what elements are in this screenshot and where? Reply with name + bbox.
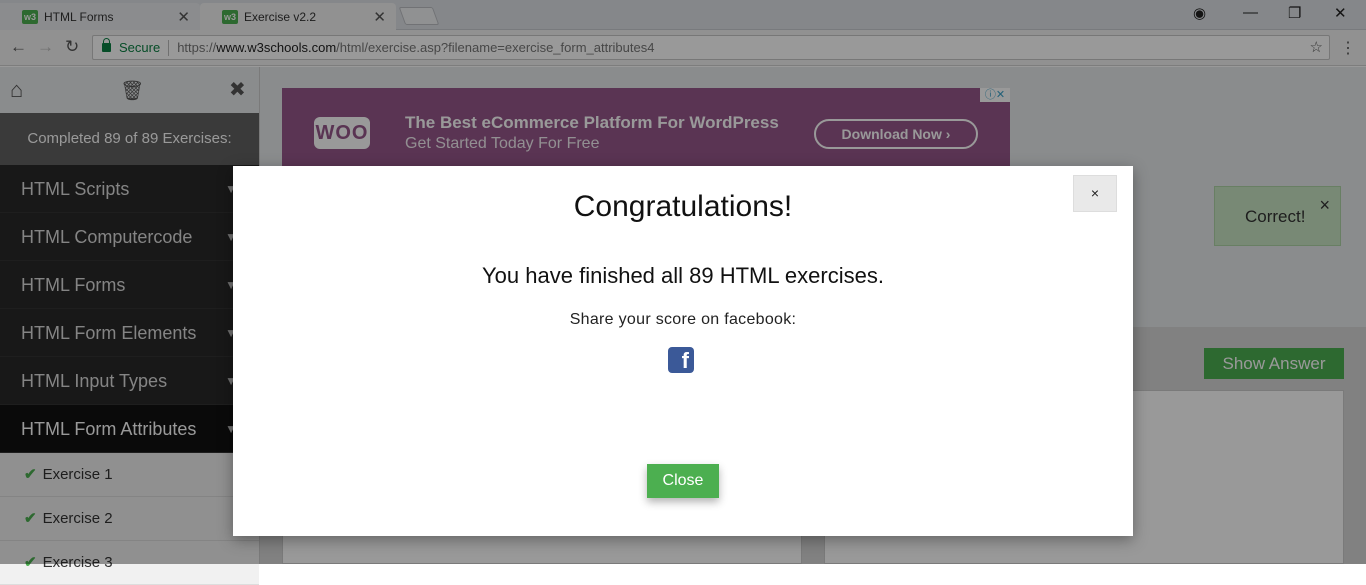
close-button[interactable]: Close: [647, 464, 719, 498]
modal-title: Congratulations!: [573, 190, 793, 223]
modal-message: You have finished all 89 HTML exercises.: [482, 263, 884, 288]
congratulations-modal: × Congratulations! You have finished all…: [233, 166, 1133, 536]
facebook-icon[interactable]: f: [668, 347, 694, 373]
share-text: Share your score on facebook:: [569, 311, 797, 328]
